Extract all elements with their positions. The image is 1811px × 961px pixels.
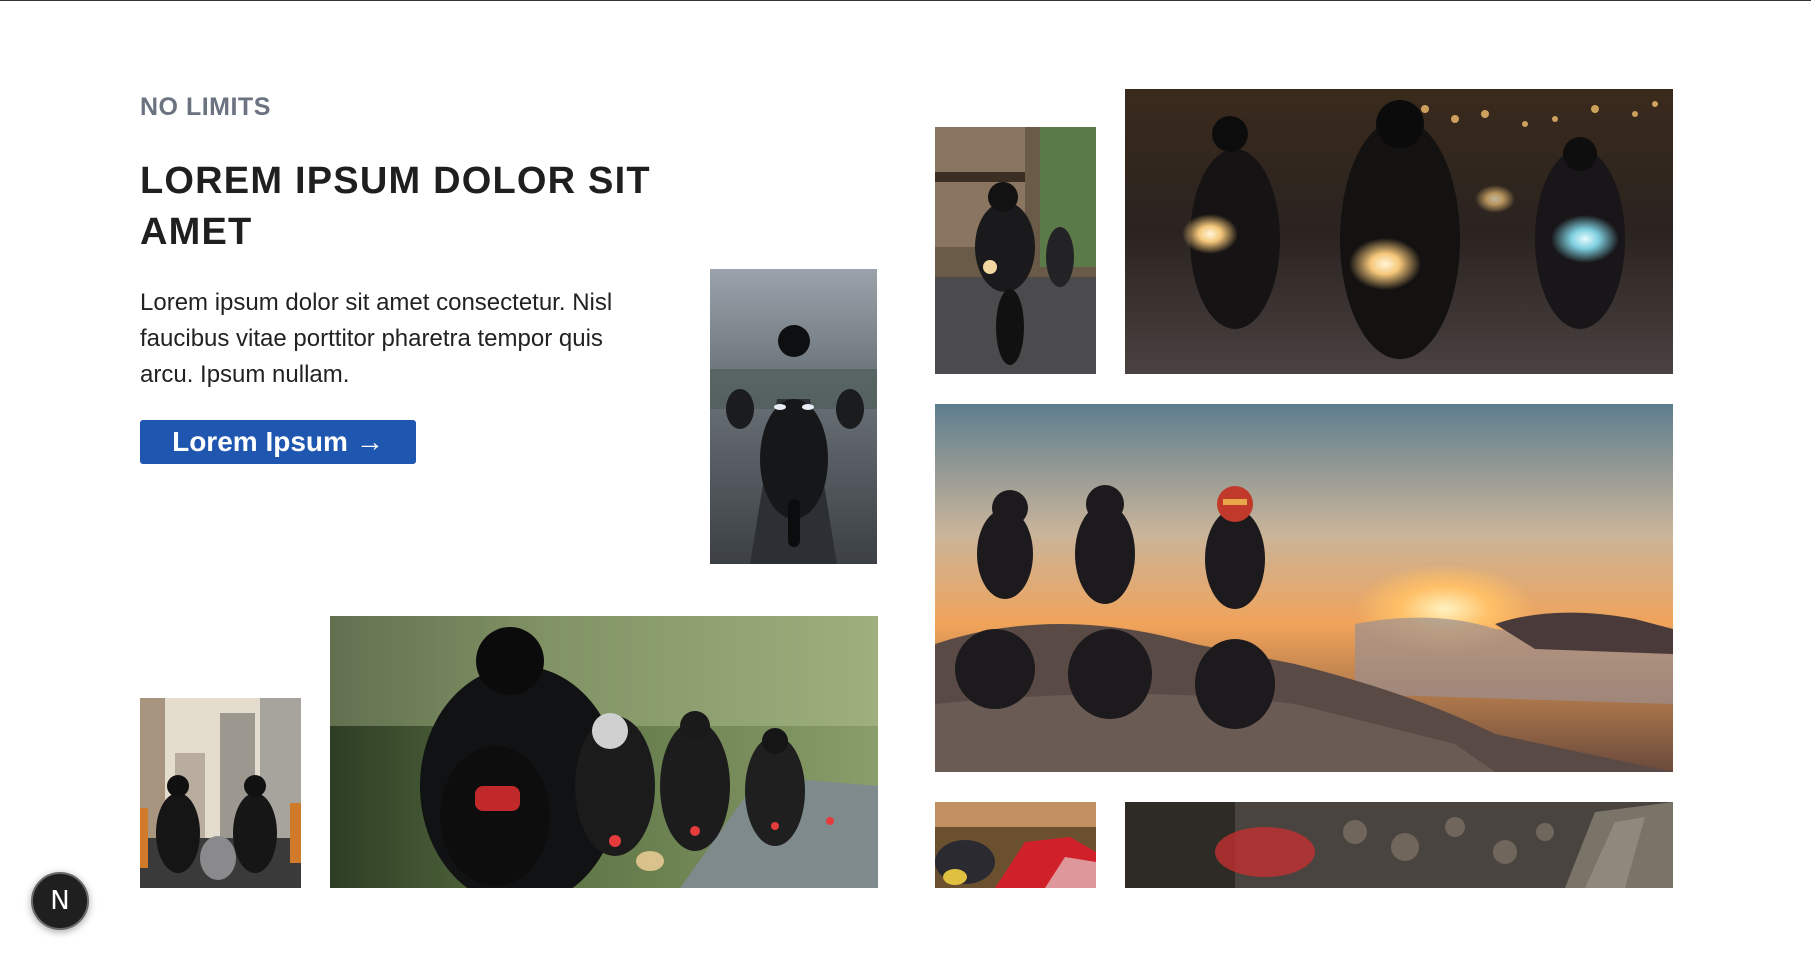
- photo-sunset-riders: [935, 404, 1673, 772]
- cta-button[interactable]: Lorem Ipsum →: [140, 420, 416, 464]
- page-title: LOREM IPSUM DOLOR SIT AMET: [140, 160, 651, 253]
- eyebrow-label: NO LIMITS: [140, 93, 271, 121]
- photo-rider-street: [935, 127, 1096, 374]
- photo-night-riders: [1125, 89, 1673, 374]
- photo-city-riders: [140, 698, 301, 888]
- hero-description: Lorem ipsum dolor sit amet consectetur. …: [140, 289, 613, 388]
- photo-rider-road: [710, 269, 877, 564]
- photo-forest-group: [330, 616, 878, 888]
- photo-parked-bikes: [935, 802, 1096, 888]
- top-border: [0, 0, 1811, 1]
- n-logo-badge[interactable]: N: [31, 872, 89, 930]
- photo-blurred-closeup: [1125, 802, 1673, 888]
- arrow-right-icon: →: [355, 426, 384, 457]
- cta-label: Lorem Ipsum: [172, 426, 348, 457]
